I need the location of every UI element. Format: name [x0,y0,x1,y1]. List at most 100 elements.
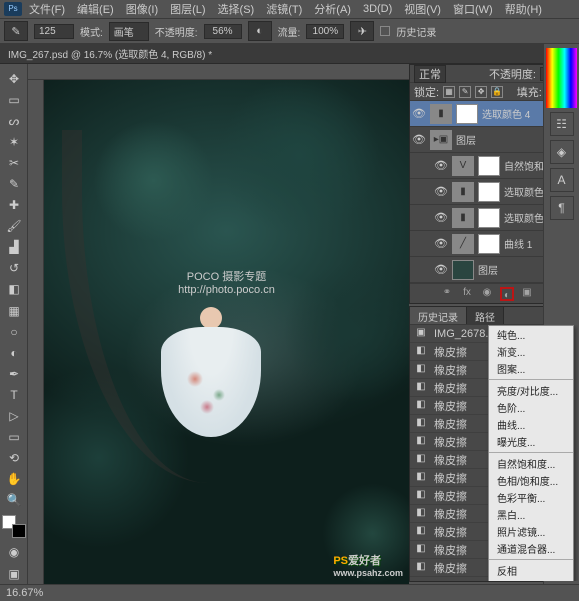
history-step-name: 橡皮擦 [434,560,467,576]
lasso-tool[interactable]: ᔕ [2,111,26,130]
layer-mask-thumb [478,208,500,228]
menu-item[interactable]: 曝光度... [489,433,573,450]
menu-item[interactable]: 纯色... [489,326,573,343]
document-image[interactable]: POCO 摄影专题 http://photo.poco.cn PS爱好者 www… [44,80,409,584]
zoom-tool[interactable]: 🔍 [2,491,26,510]
side-icon-2[interactable]: ◈ [550,140,574,164]
ruler-vertical[interactable] [28,80,44,584]
canvas-area: POCO 摄影专题 http://photo.poco.cn PS爱好者 www… [28,64,409,584]
blur-tool[interactable]: ○ [2,322,26,341]
menu-filter[interactable]: 滤镜(T) [261,1,307,17]
flow-input[interactable]: 100% [306,24,344,39]
menu-item[interactable]: 图案... [489,360,573,377]
eraser-tool[interactable]: ◧ [2,280,26,299]
type-tool[interactable]: T [2,385,26,404]
lock-all-icon[interactable]: 🔒 [491,86,503,98]
lock-pixels-icon[interactable]: ✎ [459,86,471,98]
heal-tool[interactable]: ✚ [2,196,26,215]
document-tab[interactable]: IMG_267.psd @ 16.7% (选取颜色 4, RGB/8) * [0,44,579,64]
mask-icon[interactable]: ◉ [480,287,494,301]
history-panel: 历史记录 路径 纯色...渐变...图案... 亮度/对比度...色阶...曲线.… [409,306,579,582]
menu-item[interactable]: 反相 [489,562,573,579]
side-icon-1[interactable]: ☷ [550,112,574,136]
mode-select[interactable]: 画笔 [109,22,149,41]
menu-item[interactable]: 色彩平衡... [489,489,573,506]
crop-tool[interactable]: ✂ [2,153,26,172]
lock-position-icon[interactable]: ✥ [475,86,487,98]
brush-size-select[interactable]: 125 [34,24,74,39]
menu-item[interactable]: 黑白... [489,506,573,523]
menu-item[interactable]: 亮度/对比度... [489,382,573,399]
dodge-tool[interactable]: ◐ [2,343,26,362]
menu-item[interactable]: 色阶... [489,399,573,416]
history-brush-tool[interactable]: ↺ [2,259,26,278]
zoom-level[interactable]: 16.67% [6,587,43,599]
3d-tool[interactable]: ⟲ [2,449,26,468]
menu-3d[interactable]: 3D(D) [358,3,397,15]
color-swatches[interactable] [2,515,26,538]
pressure-opacity-icon[interactable]: ◐ [248,21,272,41]
menu-item[interactable]: 自然饱和度... [489,455,573,472]
visibility-icon[interactable]: 👁 [412,133,426,146]
group-icon[interactable]: ▣ [520,287,534,301]
fx-icon[interactable]: fx [460,287,474,301]
visibility-icon[interactable]: 👁 [434,185,448,198]
menu-view[interactable]: 视图(V) [399,1,446,17]
side-icon-3[interactable]: A [550,168,574,192]
menu-bar: Ps 文件(F) 编辑(E) 图像(I) 图层(L) 选择(S) 滤镜(T) 分… [0,0,579,18]
shape-tool[interactable]: ▭ [2,428,26,447]
menu-file[interactable]: 文件(F) [24,1,70,17]
app-logo[interactable]: Ps [4,2,22,16]
lock-transparency-icon[interactable]: ▦ [443,86,455,98]
layer-opacity-label: 不透明度: [489,66,536,82]
menu-image[interactable]: 图像(I) [121,1,163,17]
menu-item[interactable]: 色调分离... [489,579,573,581]
menu-window[interactable]: 窗口(W) [448,1,498,17]
visibility-icon[interactable]: 👁 [434,159,448,172]
brush-icon[interactable]: ✎ [4,21,28,41]
brush-tool[interactable]: 🖌 [2,217,26,236]
stamp-tool[interactable]: ▟ [2,238,26,257]
quickmask-icon[interactable]: ◉ [2,543,26,562]
eyedropper-tool[interactable]: ✎ [2,174,26,193]
side-icon-4[interactable]: ¶ [550,196,574,220]
wand-tool[interactable]: ✶ [2,132,26,151]
color-swatches-panel[interactable] [546,48,577,108]
history-step-name: 橡皮擦 [434,344,467,360]
menu-help[interactable]: 帮助(H) [500,1,547,17]
path-tool[interactable]: ▷ [2,407,26,426]
menu-edit[interactable]: 编辑(E) [72,1,119,17]
menu-item[interactable]: 色相/饱和度... [489,472,573,489]
layer-mask-thumb [478,156,500,176]
adjustment-context-menu: 纯色...渐变...图案... 亮度/对比度...色阶...曲线...曝光度...… [488,325,574,581]
move-tool[interactable]: ✥ [2,69,26,88]
menu-select[interactable]: 选择(S) [213,1,260,17]
layer-name: 选取颜色 4 [482,106,530,121]
screenmode-icon[interactable]: ▣ [2,564,26,583]
menu-item[interactable]: 曲线... [489,416,573,433]
visibility-icon[interactable]: 👁 [412,107,426,120]
menu-analysis[interactable]: 分析(A) [309,1,356,17]
visibility-icon[interactable]: 👁 [434,237,448,250]
history-step-icon: ◧ [414,525,428,539]
visibility-icon[interactable]: 👁 [434,263,448,276]
ruler-horizontal[interactable] [28,64,409,80]
adjustment-layer-icon[interactable]: ◐ [500,287,514,301]
menu-layer[interactable]: 图层(L) [165,1,210,17]
paths-tab[interactable]: 路径 [467,307,504,324]
menu-item[interactable]: 渐变... [489,343,573,360]
menu-item[interactable]: 通道混合器... [489,540,573,557]
visibility-icon[interactable]: 👁 [434,211,448,224]
marquee-tool[interactable]: ▭ [2,90,26,109]
history-step-icon: ◧ [414,453,428,467]
blend-mode-select[interactable]: 正常 [414,65,446,83]
history-tab[interactable]: 历史记录 [410,307,467,324]
pen-tool[interactable]: ✒ [2,364,26,383]
opacity-input[interactable]: 56% [204,24,242,39]
link-layers-icon[interactable]: ⚭ [440,287,454,301]
gradient-tool[interactable]: ▦ [2,301,26,320]
airbrush-icon[interactable]: ✈ [350,21,374,41]
menu-item[interactable]: 照片滤镜... [489,523,573,540]
history-checkbox[interactable] [380,26,390,36]
hand-tool[interactable]: ✋ [2,470,26,489]
